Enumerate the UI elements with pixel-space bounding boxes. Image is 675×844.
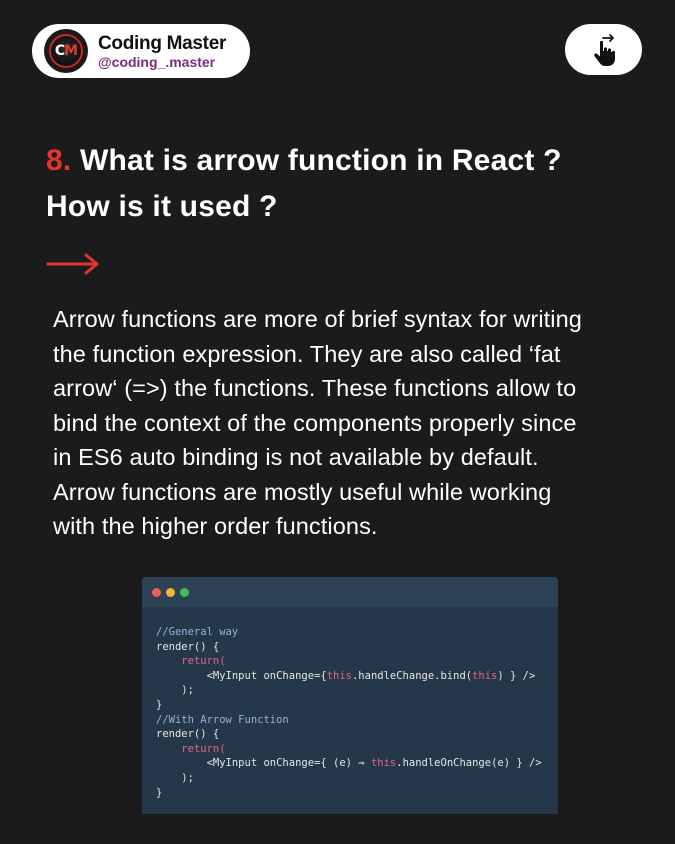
close-dot-icon: [152, 587, 161, 597]
answer-line: the function expression. They are also c…: [53, 340, 561, 367]
page-title: 8. What is arrow function in React ? How…: [46, 138, 646, 230]
code-keyword: this: [370, 757, 397, 770]
code-line: }: [156, 698, 163, 711]
minimize-dot-icon: [166, 587, 175, 597]
code-line: render() {: [156, 640, 220, 653]
code-snippet-card: //General way render() { return( <MyInpu…: [142, 577, 558, 814]
answer-line: bind the context of the components prope…: [53, 409, 577, 436]
code-line: );: [181, 684, 194, 697]
code-comment: //With Arrow Function: [156, 713, 289, 726]
code-line: );: [181, 771, 194, 784]
profile-badge[interactable]: CM Coding Master @coding_.master: [32, 24, 250, 78]
answer-line: Arrow functions are mostly useful while …: [53, 478, 552, 505]
code-line: .handleOnChange(e) } />: [396, 757, 542, 770]
code-block: //General way render() { return( <MyInpu…: [142, 607, 558, 800]
code-keyword: return(: [181, 655, 226, 668]
answer-line: arrow‘ (=>) the functions. These functio…: [53, 375, 577, 401]
code-keyword: this: [472, 669, 498, 682]
code-window-titlebar: [142, 577, 558, 607]
maximize-dot-icon: [180, 587, 189, 597]
code-keyword: return(: [181, 742, 226, 755]
swipe-button[interactable]: [565, 24, 642, 75]
logo-icon: CM: [49, 34, 83, 68]
logo-initial-m: M: [64, 43, 78, 59]
title-line-1: What is arrow function in React ?: [71, 144, 562, 177]
answer-line: Arrow functions are more of brief syntax…: [53, 306, 582, 332]
code-line: render() {: [156, 728, 220, 741]
code-keyword: this: [326, 669, 352, 682]
avatar: CM: [44, 29, 88, 73]
title-line-2: How is it used ?: [46, 190, 278, 223]
swipe-hand-icon: [593, 33, 615, 66]
right-arrow-icon: [46, 253, 99, 275]
question-number: 8.: [46, 144, 72, 177]
code-line: }: [156, 786, 163, 799]
answer-paragraph: Arrow functions are more of brief syntax…: [53, 302, 663, 544]
answer-line: in ES6 auto binding is not available by …: [53, 444, 539, 470]
code-arrow-operator: ⇒: [358, 757, 365, 770]
code-comment: //General way: [156, 626, 239, 638]
code-line: .handleChange.bind(: [351, 669, 473, 682]
logo-initial-c: C: [54, 43, 65, 59]
profile-handle: @coding_.master: [98, 53, 216, 70]
code-line: <MyInput onChange={: [206, 669, 327, 682]
profile-name: Coding Master: [98, 32, 227, 54]
code-line: <MyInput onChange={ (e): [206, 757, 359, 770]
answer-line: with the higher order functions.: [53, 513, 378, 539]
code-line: ) } />: [497, 669, 536, 682]
